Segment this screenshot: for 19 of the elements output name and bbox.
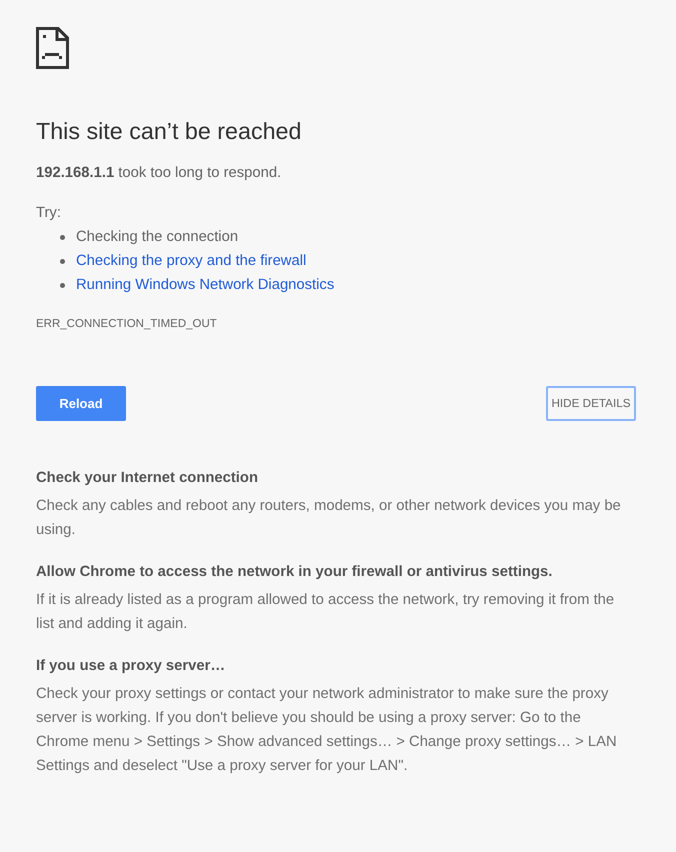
error-code: ERR_CONNECTION_TIMED_OUT <box>36 317 218 332</box>
details-paragraph: If it is already listed as a program allowed to access the network, try removing it from the list and adding it again. <box>36 591 616 634</box>
bullet-icon <box>60 258 65 264</box>
details-heading: If you use a proxy server… <box>36 657 226 676</box>
details-paragraph: Check your proxy settings or contact your network administrator to make sure the proxy server is working. If you don't believe you should be using a proxy server: Go to the Chrome menu > Settings > Show advanced settings… > Change proxy settings… > LAN Settings and deselect "Use a proxy server for your LAN". <box>36 685 618 776</box>
bullet-icon <box>60 234 65 240</box>
error-message: 192.168.1.1 took too long to respond. <box>36 164 282 183</box>
hide-details-button[interactable]: HIDE DETAILS <box>546 386 636 421</box>
reload-button[interactable]: Reload <box>36 386 126 421</box>
suggestion-link[interactable]: Checking the proxy and the firewall <box>76 251 306 271</box>
try-label: Try: <box>36 204 62 223</box>
details-heading: Check your Internet connection <box>36 469 259 488</box>
details-heading: Allow Chrome to access the network in your firewall or antivirus settings. <box>36 563 554 582</box>
error-title: This site can’t be reached <box>36 117 302 146</box>
suggestion-link[interactable]: Running Windows Network Diagnostics <box>76 275 334 295</box>
suggestion-text: Checking the connection <box>76 228 238 247</box>
sad-document-icon <box>36 27 69 69</box>
bullet-icon <box>60 282 65 288</box>
details-paragraph: Check any cables and reboot any routers, modems, or other network devices you may be using. <box>36 497 622 540</box>
